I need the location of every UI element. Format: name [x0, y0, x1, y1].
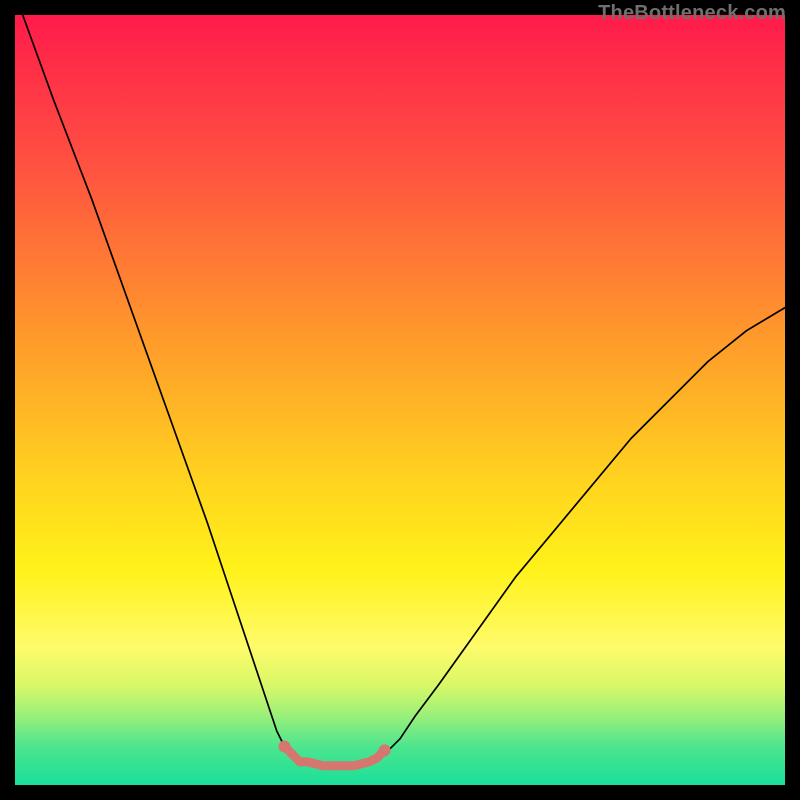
series-trough-highlight-endpoint: [379, 744, 391, 756]
series-trough-highlight-endpoint: [279, 741, 291, 753]
watermark-text: TheBottleneck.com: [598, 2, 786, 25]
chart-frame: TheBottleneck.com: [0, 0, 800, 800]
chart-svg: [15, 15, 785, 785]
chart-plot-area: [15, 15, 785, 785]
